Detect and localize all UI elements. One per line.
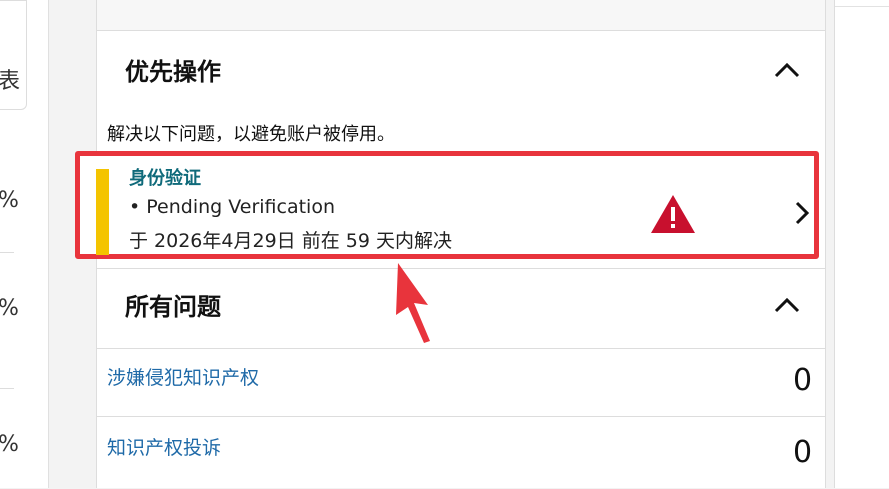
task-item: • Pending Verification [129,196,335,218]
left-column: 表 % % % [0,0,49,488]
issue-count: 0 [793,363,813,398]
list-item[interactable]: 涉嫌侵犯知识产权 0 [97,348,825,417]
chevron-up-icon[interactable] [773,60,801,80]
task-deadline: 于 2026年4月29日 前在 59 天内解决 [129,230,452,252]
severity-bar [96,169,109,255]
left-glyph: % [0,296,19,321]
chevron-up-icon[interactable] [773,295,801,315]
list-item[interactable]: 知识产权投诉 0 [97,416,825,489]
chevron-right-icon[interactable] [792,199,812,227]
all-issues-header: 所有问题 [97,268,825,349]
identity-verification-task[interactable]: 身份验证 • Pending Verification 于 2026年4月29日… [75,151,819,259]
right-column [834,0,889,488]
left-card: 表 [0,0,27,110]
divider [0,388,14,389]
left-glyph: % [0,432,19,457]
warning-triangle-icon [651,195,695,233]
priority-section-title: 优先操作 [125,58,221,86]
issue-count: 0 [793,435,813,470]
issue-label-link[interactable]: 涉嫌侵犯知识产权 [107,363,259,390]
all-issues-title: 所有问题 [125,293,221,321]
priority-subtitle: 解决以下问题，以避免账户被停用。 [107,124,395,145]
top-strip [97,0,825,31]
left-glyph: % [0,188,19,213]
task-title[interactable]: 身份验证 [129,164,201,190]
issue-label-link[interactable]: 知识产权投诉 [107,433,221,460]
left-glyph: 表 [0,69,21,94]
divider [0,252,14,253]
annotation-arrow-icon [396,263,430,343]
divider [835,6,889,7]
